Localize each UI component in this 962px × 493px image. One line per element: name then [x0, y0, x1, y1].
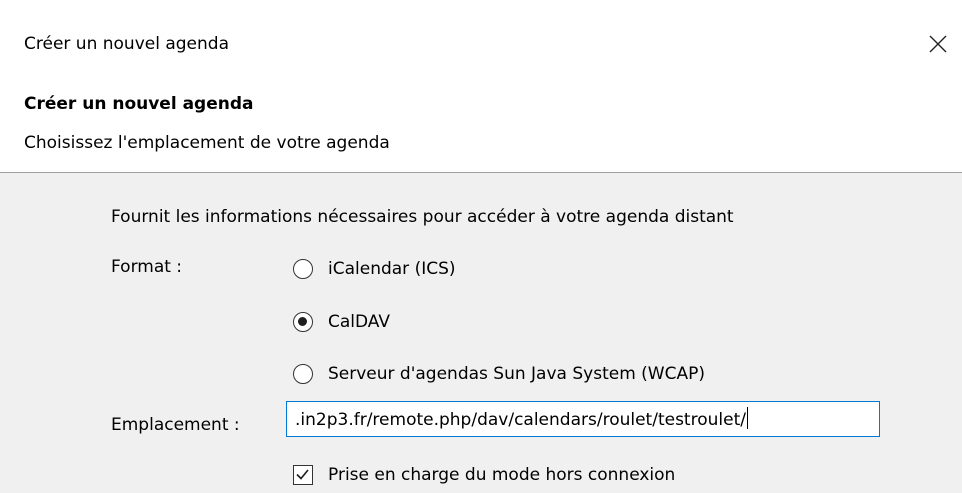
- checkmark-icon: [296, 469, 309, 480]
- title-bar: Créer un nouvel agenda: [0, 0, 962, 92]
- offline-support-label: Prise en charge du mode hors connexion: [328, 465, 676, 485]
- format-option-caldav[interactable]: CalDAV: [293, 309, 390, 335]
- format-option-label: CalDAV: [328, 312, 390, 332]
- offline-support-checkbox-row[interactable]: Prise en charge du mode hors connexion: [293, 462, 675, 488]
- radio-icon[interactable]: [293, 259, 313, 279]
- wizard-page-title: Créer un nouvel agenda: [24, 94, 254, 114]
- text-caret: [746, 407, 748, 429]
- location-label: Emplacement :: [111, 415, 240, 435]
- wizard-content: Fournit les informations nécessaires pou…: [0, 173, 962, 493]
- format-option-ics[interactable]: iCalendar (ICS): [293, 256, 456, 282]
- format-option-wcap[interactable]: Serveur d'agendas Sun Java System (WCAP): [293, 361, 705, 387]
- location-input-text: .in2p3.fr/remote.php/dav/calendars/roule…: [295, 410, 746, 430]
- create-calendar-dialog: Créer un nouvel agenda Créer un nouvel a…: [0, 0, 962, 493]
- close-button[interactable]: [916, 24, 962, 64]
- wizard-page-subtitle: Choisissez l'emplacement de votre agenda: [24, 133, 390, 153]
- radio-selected-icon[interactable]: [293, 312, 313, 332]
- form-description: Fournit les informations nécessaires pou…: [111, 207, 734, 227]
- close-icon: [929, 35, 947, 53]
- location-input[interactable]: .in2p3.fr/remote.php/dav/calendars/roule…: [286, 401, 880, 437]
- wizard-header: Créer un nouvel agenda Choisissez l'empl…: [0, 80, 962, 172]
- radio-icon[interactable]: [293, 364, 313, 384]
- location-input-value[interactable]: .in2p3.fr/remote.php/dav/calendars/roule…: [295, 407, 748, 432]
- format-option-label: Serveur d'agendas Sun Java System (WCAP): [328, 364, 705, 384]
- offline-support-checkbox[interactable]: [293, 465, 313, 485]
- format-label: Format :: [111, 257, 183, 277]
- window-title: Créer un nouvel agenda: [24, 34, 229, 54]
- format-option-label: iCalendar (ICS): [328, 259, 456, 279]
